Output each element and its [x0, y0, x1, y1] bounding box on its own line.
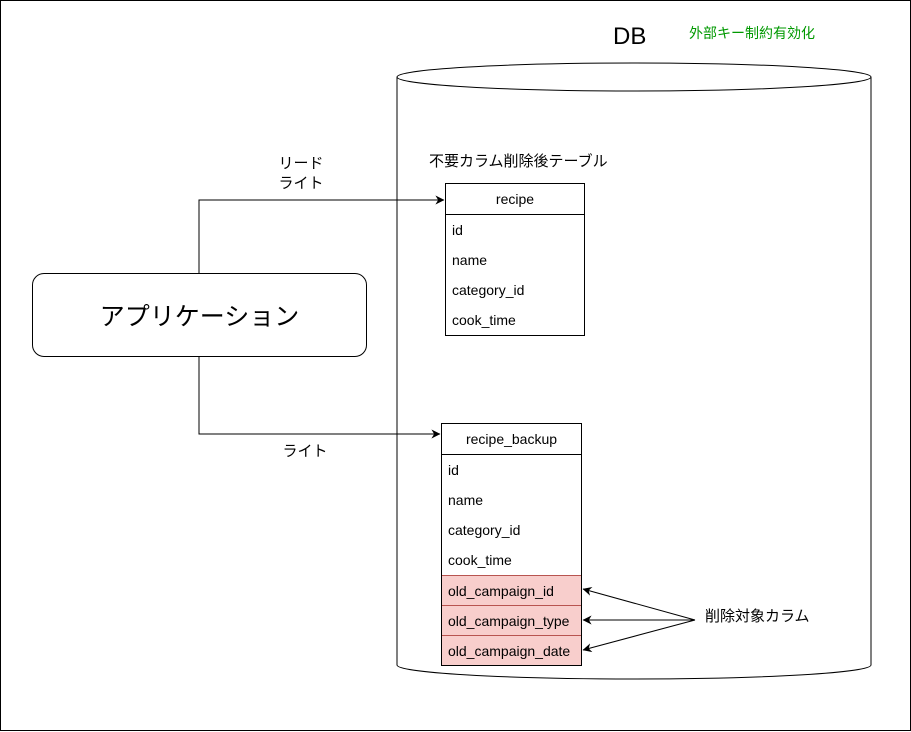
application-label: アプリケーション	[99, 302, 300, 331]
recipe-column-row: id	[452, 222, 463, 238]
backup-column-row: cook_time	[448, 552, 512, 568]
deleted-column-row: old_campaign_date	[442, 635, 581, 665]
recipe-table: recipe id name category_id cook_time	[445, 183, 585, 336]
deleted-column-row: old_campaign_type	[442, 605, 581, 635]
deleted-column-row: old_campaign_id	[442, 575, 581, 605]
db-title: DB	[613, 23, 647, 50]
backup-column-row: name	[448, 492, 484, 508]
backup-column-row: id	[448, 462, 459, 478]
recipe-table-header: recipe	[446, 184, 584, 215]
recipe-column-row: name	[452, 252, 488, 268]
read-write-label: リード ライト	[267, 153, 335, 193]
recipe-column-row: cook_time	[452, 312, 516, 328]
recipe-backup-table: recipe_backup id name category_id cook_t…	[441, 423, 582, 666]
recipe-column-row: category_id	[452, 282, 525, 298]
fk-constraint-note: 外部キー制約有効化	[689, 26, 815, 42]
write-label-line: ライト	[278, 174, 324, 192]
recipe-table-caption: 不要カラム削除後テーブル	[429, 152, 608, 170]
backup-column-row: category_id	[448, 522, 521, 538]
recipe-backup-table-header: recipe_backup	[442, 424, 581, 455]
delete-target-note: 削除対象カラム	[705, 607, 810, 625]
read-label-line: リード	[278, 154, 324, 172]
diagram-canvas: DB 外部キー制約有効化 アプリケーション リード ライト ライト 不要カラム削…	[0, 0, 911, 731]
write-only-label: ライト	[282, 442, 328, 460]
application-node: アプリケーション	[32, 273, 367, 357]
